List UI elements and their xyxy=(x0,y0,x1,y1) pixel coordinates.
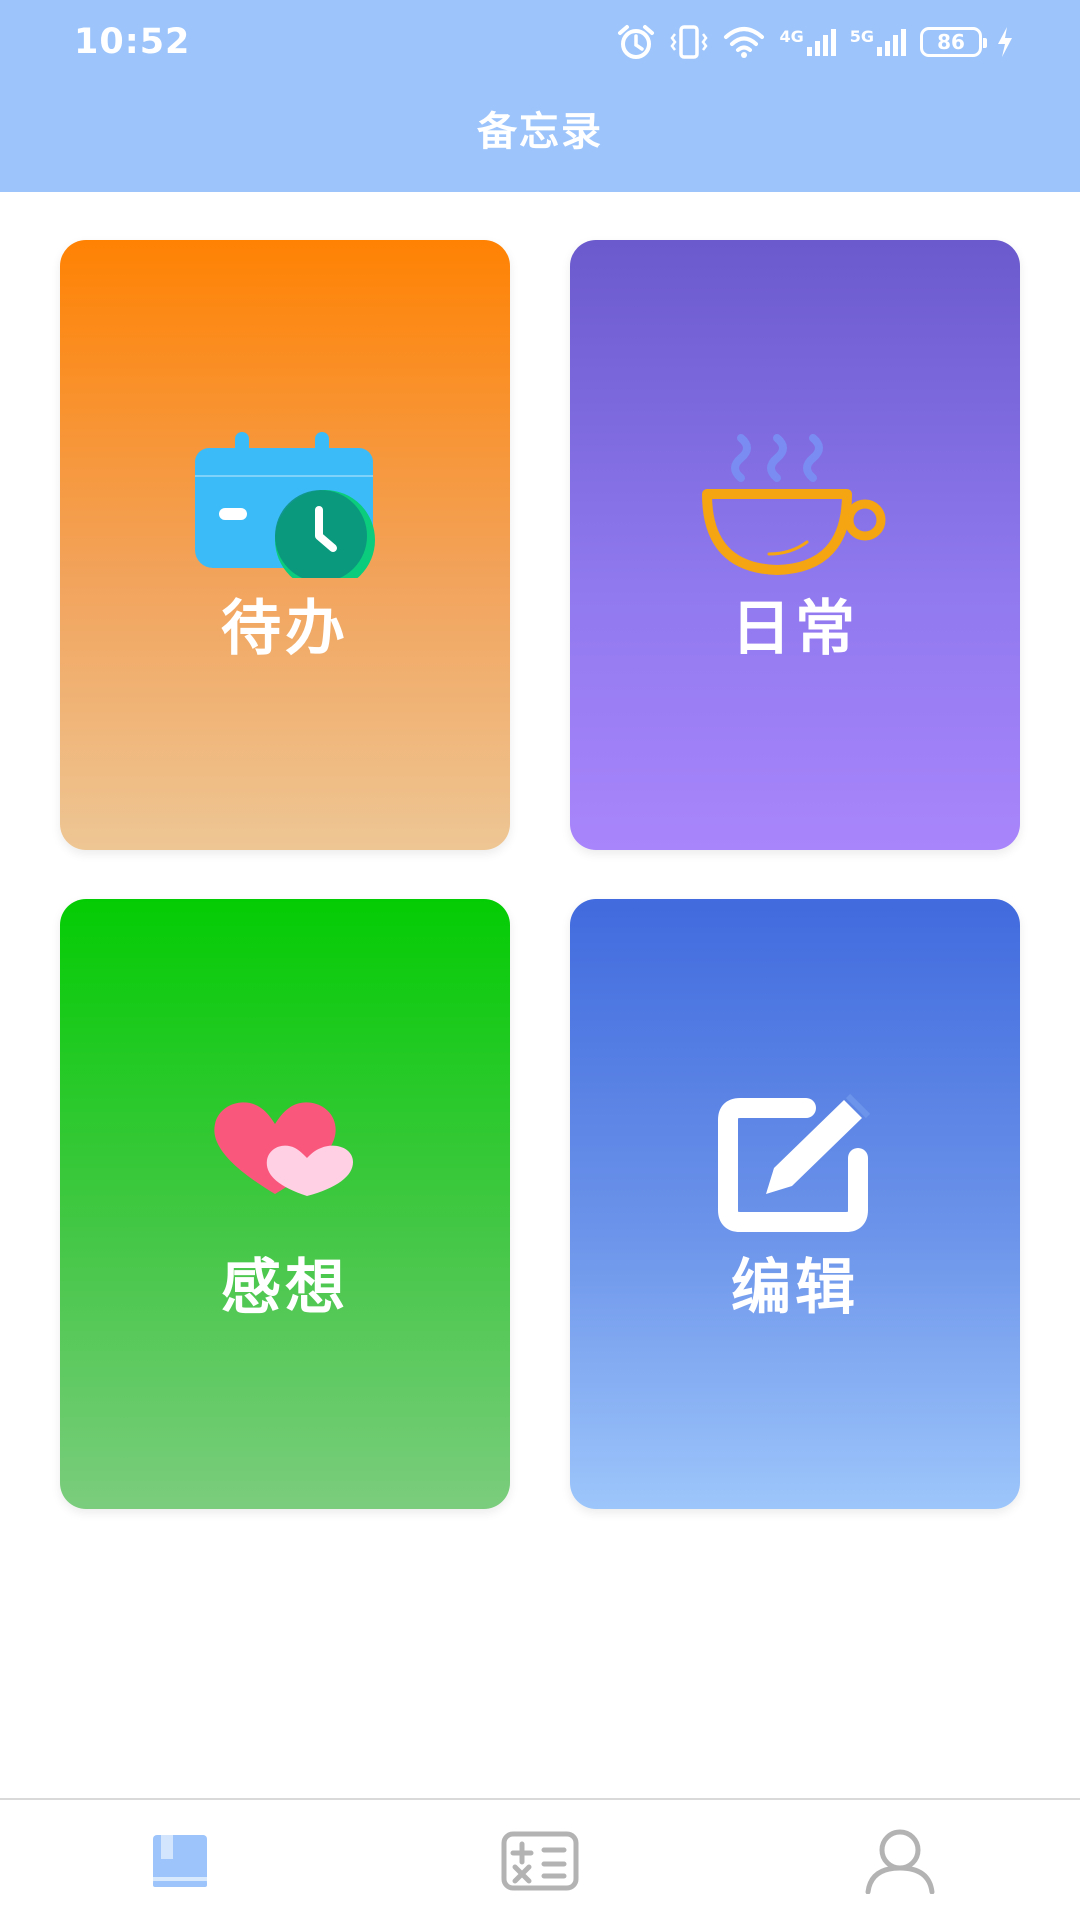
calculator-icon xyxy=(501,1831,579,1891)
card-edit-label: 编辑 xyxy=(731,1253,859,1323)
alarm-icon xyxy=(618,25,655,59)
tab-notes[interactable] xyxy=(0,1800,360,1922)
card-todo-label: 待办 xyxy=(221,594,349,664)
network-4g-label: 4G xyxy=(779,27,804,46)
network-5g-label: 5G xyxy=(849,27,874,46)
card-daily[interactable]: 日常 xyxy=(570,240,1020,850)
card-todo[interactable]: 待办 xyxy=(60,240,510,850)
vibrate-icon xyxy=(670,25,709,59)
status-icons: 4G 5G 86 xyxy=(617,22,1014,62)
tab-profile[interactable] xyxy=(720,1800,1080,1922)
calendar-clock-icon xyxy=(60,428,510,578)
battery-level: 86 xyxy=(937,30,965,54)
coffee-cup-icon xyxy=(570,428,1020,578)
battery-indicator: 86 xyxy=(920,27,987,57)
bottom-tab-bar xyxy=(0,1798,1080,1922)
card-daily-label: 日常 xyxy=(731,594,859,664)
signal-icon xyxy=(806,29,836,56)
status-time: 10:52 xyxy=(74,22,191,62)
edit-icon xyxy=(570,1094,1020,1234)
book-icon xyxy=(153,1835,207,1887)
app-header: 10:52 4G 5G 86 备忘录 xyxy=(0,0,1080,192)
hearts-icon xyxy=(60,1094,510,1234)
wifi-icon xyxy=(724,27,765,58)
charging-icon xyxy=(998,27,1012,57)
signal-icon xyxy=(877,29,906,56)
card-thoughts[interactable]: 感想 xyxy=(60,899,510,1509)
card-edit[interactable]: 编辑 xyxy=(570,899,1020,1509)
network-5g: 5G xyxy=(850,27,906,57)
network-4g: 4G xyxy=(779,27,836,57)
card-thoughts-label: 感想 xyxy=(221,1253,349,1323)
tab-calculator[interactable] xyxy=(360,1800,720,1922)
page-title: 备忘录 xyxy=(477,109,603,155)
user-icon xyxy=(865,1829,935,1894)
